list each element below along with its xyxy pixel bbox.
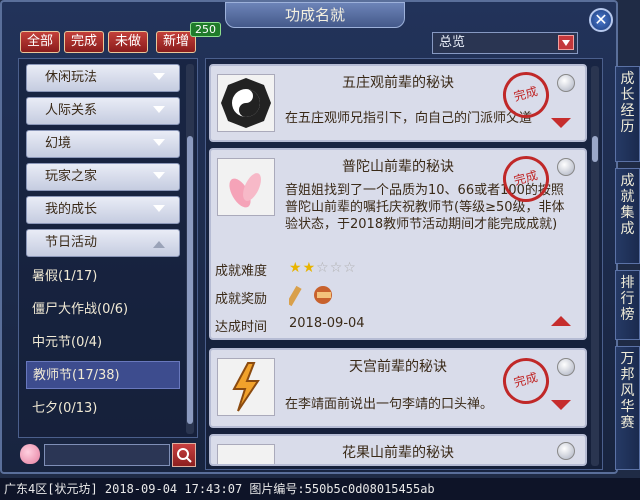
category-festival[interactable]: 节日活动 <box>26 229 180 257</box>
difficulty-label: 成就难度 <box>215 264 268 279</box>
tab-unfinished[interactable]: 未做 <box>108 31 149 53</box>
side-tab-achievements[interactable]: 成就集成 <box>615 168 640 264</box>
side-tab-contest[interactable]: 万邦风华赛 <box>615 346 640 470</box>
tab-completed[interactable]: 完成 <box>64 31 105 53</box>
category-social[interactable]: 人际关系 <box>26 97 180 125</box>
star-filled-icon: ★ <box>302 260 317 276</box>
list-scrollbar[interactable] <box>591 66 599 466</box>
category-label: 幻境 <box>45 136 72 151</box>
side-tab-label: 万邦风华赛 <box>620 351 635 431</box>
achievement-name: 花果山前辈的秘诀 <box>342 445 454 461</box>
expand-arrow-icon[interactable] <box>551 400 571 420</box>
subcategory-qixi[interactable]: 七夕(0/13) <box>26 395 180 423</box>
chevron-down-icon[interactable] <box>558 35 574 50</box>
time-label: 达成时间 <box>215 320 268 335</box>
achievement-card[interactable]: 天宫前辈的秘诀 在李靖面前说出一句李靖的口头禅。 完成 <box>209 348 587 428</box>
reward-items-icon <box>289 285 332 307</box>
star-empty-icon: ☆ <box>343 260 357 276</box>
category-label: 人际关系 <box>45 103 98 118</box>
side-tab-label: 排行榜 <box>620 275 635 323</box>
peach-orb-icon <box>557 74 575 92</box>
category-label: 我的成长 <box>45 202 98 217</box>
side-tab-ranking[interactable]: 排行榜 <box>615 270 640 340</box>
time-value: 2018-09-04 <box>289 316 365 331</box>
star-empty-icon: ☆ <box>329 260 344 276</box>
chevron-down-icon <box>153 205 165 218</box>
achievement-card-expanded[interactable]: 普陀山前辈的秘诀 音姐姐找到了一个品质为10、66或者100的按照普陀山前辈的嘱… <box>209 148 587 340</box>
chevron-down-icon <box>153 73 165 86</box>
achievement-card[interactable]: 花果山前辈的秘诀 <box>209 434 587 466</box>
category-leisure[interactable]: 休闲玩法 <box>26 64 180 92</box>
filter-dropdown[interactable]: 总览 <box>432 32 578 54</box>
search-icon <box>177 448 192 463</box>
search-input[interactable] <box>44 444 170 466</box>
window-title: 功成名就 <box>225 2 405 28</box>
category-illusion[interactable]: 幻境 <box>26 130 180 158</box>
status-bar: 广东4区[状元坊] 2018-09-04 17:43:07 图片编号:550b5… <box>0 478 640 500</box>
chevron-down-icon <box>153 106 165 119</box>
scroll-thumb[interactable] <box>592 136 598 162</box>
subcategory-teachers-day[interactable]: 教师节(17/38) <box>26 361 180 389</box>
filter-selected: 总览 <box>439 35 466 50</box>
search-button[interactable] <box>172 443 196 467</box>
category-label: 玩家之家 <box>45 169 98 184</box>
chevron-down-icon <box>153 139 165 152</box>
category-scrollbar[interactable] <box>186 64 194 434</box>
scroll-thumb[interactable] <box>187 136 193 424</box>
star-filled-icon: ★ <box>289 260 303 276</box>
category-growth[interactable]: 我的成长 <box>26 196 180 224</box>
category-player-home[interactable]: 玩家之家 <box>26 163 180 191</box>
subcategory-zombie[interactable]: 僵尸大作战(0/6) <box>26 296 180 324</box>
difficulty-stars: ★★☆☆☆ <box>289 260 357 276</box>
peach-orb-icon <box>557 358 575 376</box>
peach-orb-icon <box>557 442 575 460</box>
close-button[interactable]: ✕ <box>589 8 613 32</box>
new-count-badge: 250 <box>190 22 221 37</box>
tab-all[interactable]: 全部 <box>20 31 61 53</box>
category-label: 休闲玩法 <box>45 70 98 85</box>
reward-label: 成就奖励 <box>215 292 268 307</box>
chevron-down-icon <box>153 172 165 185</box>
collapse-arrow-icon[interactable] <box>551 306 571 326</box>
subcategory-summer[interactable]: 暑假(1/17) <box>26 263 180 291</box>
category-label: 节日活动 <box>45 235 98 250</box>
expand-arrow-icon[interactable] <box>551 118 571 138</box>
side-tab-label: 成就集成 <box>620 173 635 237</box>
peach-icon <box>20 444 40 464</box>
peach-orb-icon <box>557 158 575 176</box>
achievement-card[interactable]: 五庄观前辈的秘诀 在五庄观师兄指引下，向自己的门派师父道 完成 <box>209 64 587 142</box>
subcategory-ghost-festival[interactable]: 中元节(0/4) <box>26 329 180 357</box>
chevron-up-icon <box>153 235 165 248</box>
side-tab-label: 成长经历 <box>620 71 635 135</box>
star-empty-icon: ☆ <box>316 260 330 276</box>
side-tab-growth[interactable]: 成长经历 <box>615 66 640 162</box>
